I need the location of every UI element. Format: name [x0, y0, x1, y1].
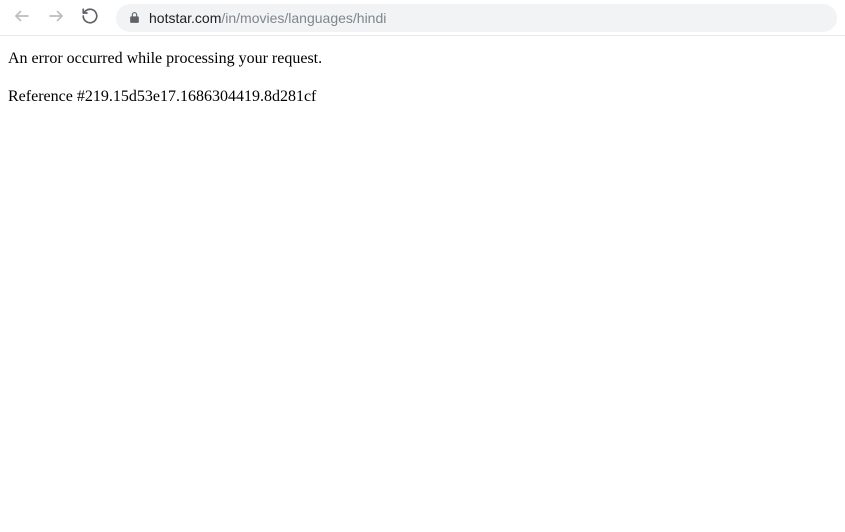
arrow-right-icon [47, 7, 65, 28]
lock-icon [128, 11, 141, 24]
address-bar[interactable]: hotstar.com/in/movies/languages/hindi [116, 4, 837, 32]
browser-toolbar: hotstar.com/in/movies/languages/hindi [0, 0, 845, 36]
back-button[interactable] [8, 4, 36, 32]
url-domain: hotstar.com [149, 10, 221, 26]
forward-button[interactable] [42, 4, 70, 32]
url-text: hotstar.com/in/movies/languages/hindi [149, 10, 386, 26]
reference-line: Reference #219.15d53e17.1686304419.8d281… [8, 86, 837, 108]
reload-button[interactable] [76, 4, 104, 32]
reload-icon [81, 7, 99, 28]
error-message: An error occurred while processing your … [8, 48, 837, 70]
url-path: /in/movies/languages/hindi [221, 10, 386, 26]
page-content: An error occurred while processing your … [0, 36, 845, 137]
arrow-left-icon [13, 7, 31, 28]
